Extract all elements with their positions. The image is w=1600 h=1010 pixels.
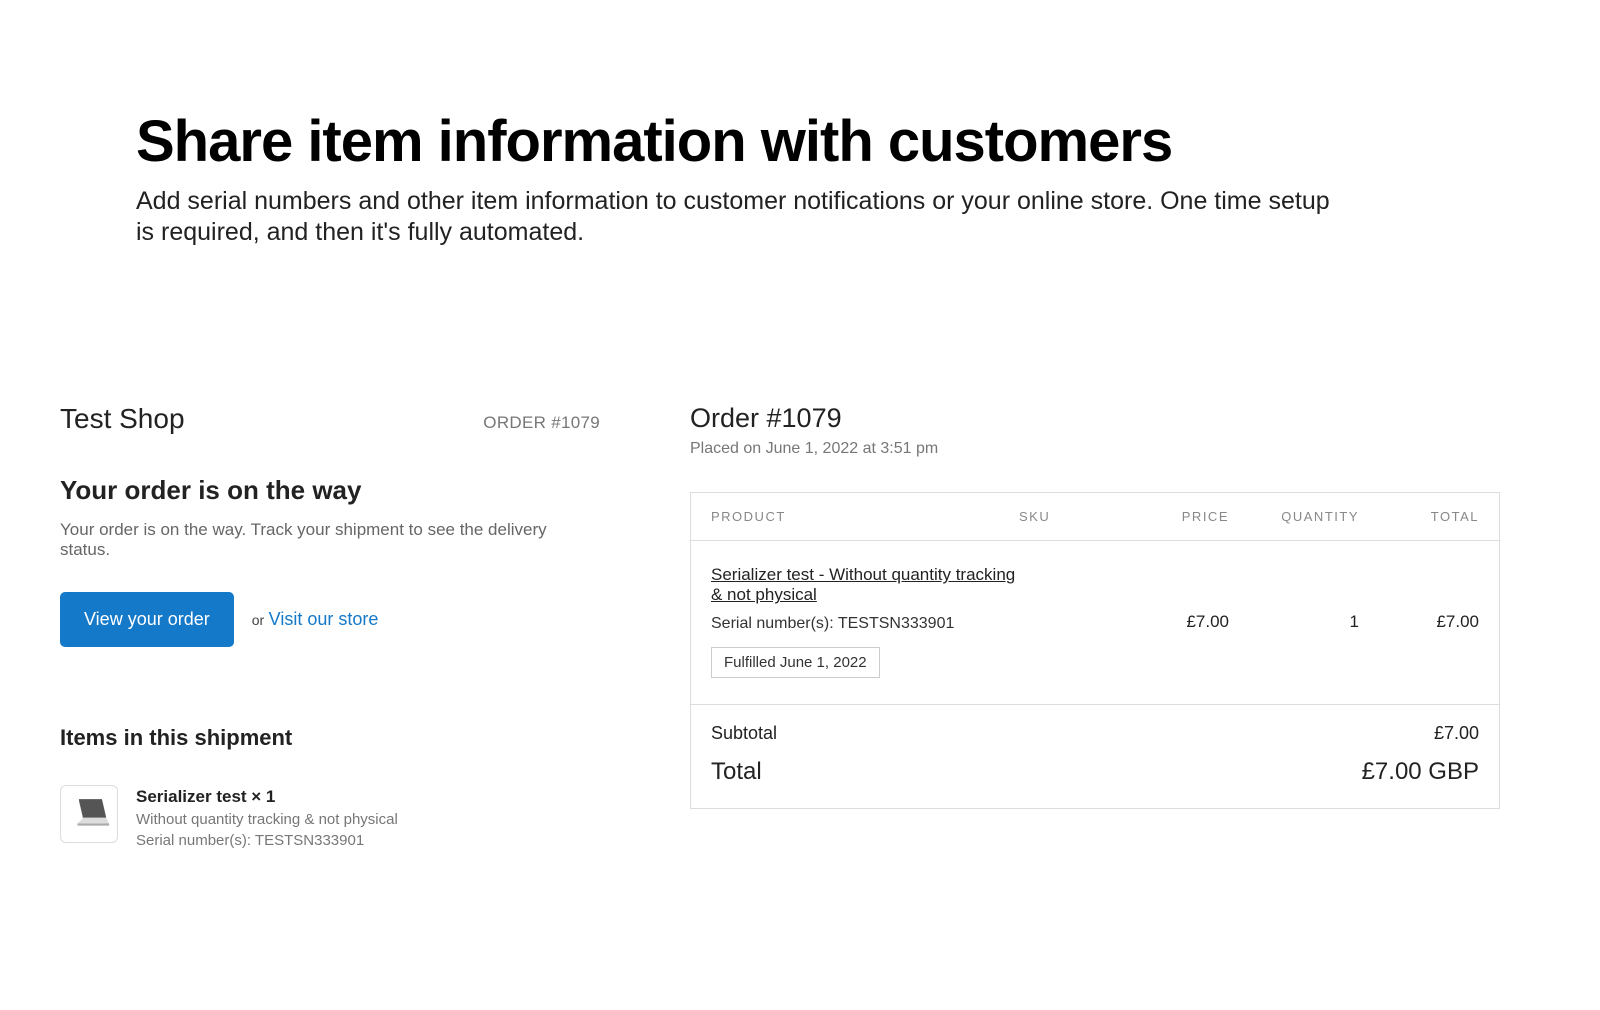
col-total: TOTAL — [1359, 509, 1479, 524]
placed-on-text: Placed on June 1, 2022 at 3:51 pm — [690, 440, 1500, 458]
order-title: Order #1079 — [690, 403, 1500, 434]
order-detail-panel: Order #1079 Placed on June 1, 2022 at 3:… — [690, 403, 1500, 851]
item-info: Serializer test × 1 Without quantity tra… — [136, 785, 398, 851]
shop-name: Test Shop — [60, 403, 185, 435]
order-number-label: ORDER #1079 — [483, 413, 600, 433]
product-serial: Serial number(s): TESTSN333901 — [711, 615, 1019, 633]
product-thumbnail — [60, 785, 118, 843]
cell-price: £7.00 — [1109, 612, 1229, 632]
product-name-link[interactable]: Serializer test - Without quantity track… — [711, 565, 1019, 605]
status-description: Your order is on the way. Track your shi… — [60, 520, 600, 560]
actions-row: View your order or Visit our store — [60, 592, 600, 647]
order-table: PRODUCT SKU PRICE QUANTITY TOTAL Seriali… — [690, 492, 1500, 809]
page-subheading: Add serial numbers and other item inform… — [136, 186, 1336, 249]
totals-section: Subtotal £7.00 Total £7.00 GBP — [691, 705, 1499, 808]
total-row: Total £7.00 GBP — [711, 758, 1479, 786]
item-variant: Without quantity tracking & not physical — [136, 810, 398, 830]
subtotal-row: Subtotal £7.00 — [711, 723, 1479, 744]
visit-store-link[interactable]: Visit our store — [269, 609, 379, 629]
cell-total: £7.00 — [1359, 612, 1479, 632]
cell-quantity: 1 — [1229, 612, 1359, 632]
page-heading: Share item information with customers — [136, 110, 1600, 174]
shipment-item: Serializer test × 1 Without quantity tra… — [60, 785, 600, 851]
table-header: PRODUCT SKU PRICE QUANTITY TOTAL — [691, 493, 1499, 541]
email-preview-panel: Test Shop ORDER #1079 Your order is on t… — [60, 403, 600, 851]
or-text: or Visit our store — [252, 609, 379, 630]
fulfilled-badge: Fulfilled June 1, 2022 — [711, 647, 880, 678]
email-header: Test Shop ORDER #1079 — [60, 403, 600, 435]
total-value: £7.00 GBP — [1362, 758, 1479, 786]
status-title: Your order is on the way — [60, 475, 600, 506]
total-label: Total — [711, 758, 762, 786]
subtotal-label: Subtotal — [711, 723, 777, 744]
laptop-icon — [66, 789, 112, 840]
panels: Test Shop ORDER #1079 Your order is on t… — [0, 403, 1600, 851]
subtotal-value: £7.00 — [1434, 723, 1479, 744]
item-name: Serializer test × 1 — [136, 787, 398, 807]
table-row: Serializer test - Without quantity track… — [691, 541, 1499, 705]
view-order-button[interactable]: View your order — [60, 592, 234, 647]
shipment-heading: Items in this shipment — [60, 725, 600, 751]
cell-product: Serializer test - Without quantity track… — [711, 565, 1019, 678]
item-serial: Serial number(s): TESTSN333901 — [136, 831, 398, 851]
col-product: PRODUCT — [711, 509, 1019, 524]
col-sku: SKU — [1019, 509, 1109, 524]
col-quantity: QUANTITY — [1229, 509, 1359, 524]
col-price: PRICE — [1109, 509, 1229, 524]
